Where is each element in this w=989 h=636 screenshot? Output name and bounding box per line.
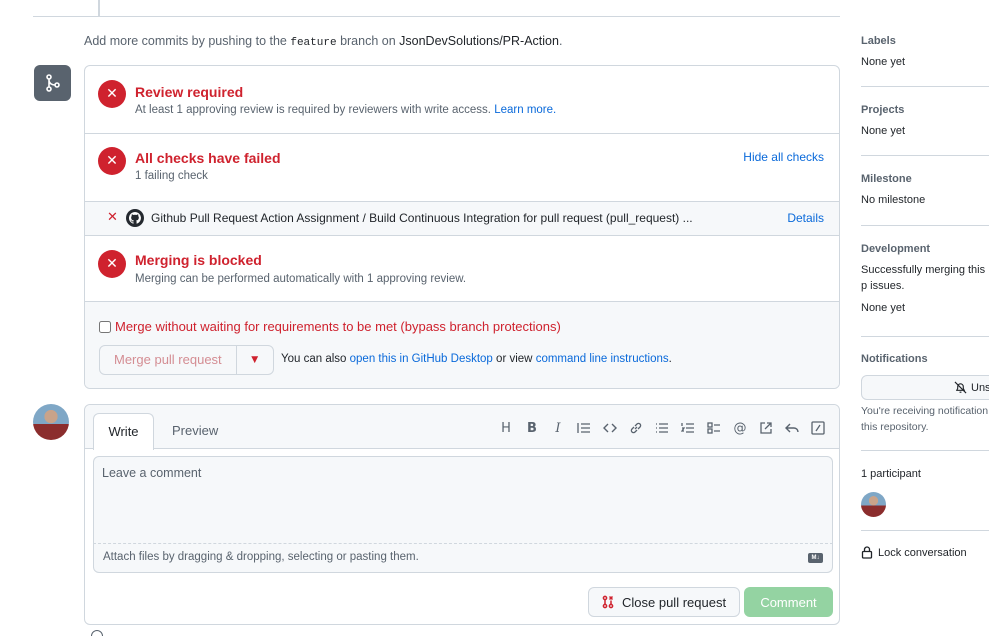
git-merge-icon <box>34 65 71 101</box>
lock-icon <box>861 546 873 559</box>
caret-down-icon[interactable]: ▼ <box>237 346 273 374</box>
x-circle-icon: ✕ <box>98 250 126 278</box>
divider <box>861 530 989 531</box>
details-link[interactable]: Details <box>787 211 824 225</box>
divider <box>861 225 989 226</box>
comment-tabs-bar: Write Preview H B I @ <box>85 405 839 450</box>
unordered-list-icon[interactable] <box>651 419 673 437</box>
git-pull-request-closed-icon <box>602 595 614 609</box>
task-list-icon[interactable] <box>703 419 725 437</box>
merge-box: ✕ Review required At least 1 approving r… <box>84 65 840 389</box>
sidebar-heading[interactable]: Labels <box>861 35 989 47</box>
section-subtitle: 1 failing check <box>135 170 208 182</box>
sidebar-heading[interactable]: Milestone <box>861 173 989 185</box>
participant-avatar[interactable] <box>861 492 886 517</box>
fail-x-icon: ✕ <box>107 210 118 225</box>
github-logo-icon <box>126 209 144 227</box>
sidebar-milestone: Milestone No milestone <box>861 173 989 206</box>
markdown-icon[interactable]: M↓ <box>808 553 823 563</box>
timeline-circle-icon <box>91 630 103 636</box>
github-desktop-link[interactable]: open this in GitHub Desktop <box>350 353 493 365</box>
command-line-link[interactable]: command line instructions <box>536 353 669 365</box>
blocked-section: ✕ Merging is blocked Merging can be perf… <box>85 236 839 302</box>
push-hint: Add more commits by pushing to the featu… <box>84 34 563 49</box>
section-title: Review required <box>135 84 244 100</box>
comment-textarea[interactable]: Leave a comment <box>93 456 833 544</box>
hide-all-checks-link[interactable]: Hide all checks <box>743 150 824 164</box>
reference-icon[interactable] <box>755 419 777 437</box>
unsubscribe-button[interactable]: Uns <box>861 375 989 400</box>
learn-more-link[interactable]: Learn more. <box>494 104 556 116</box>
sidebar-text: Successfully merging this p issues. <box>861 264 986 292</box>
section-title: All checks have failed <box>135 150 281 166</box>
hint-text: branch on <box>340 34 396 48</box>
divider <box>861 155 989 156</box>
sidebar-value: No milestone <box>861 194 926 206</box>
sidebar-value: None yet <box>861 56 906 68</box>
lock-conversation-button[interactable]: Lock conversation <box>861 546 967 559</box>
section-subtitle: Merging can be performed automatically w… <box>135 273 467 285</box>
divider <box>861 86 989 87</box>
review-required-section: ✕ Review required At least 1 approving r… <box>85 66 839 134</box>
divider <box>861 450 989 451</box>
ordered-list-icon[interactable] <box>677 419 699 437</box>
x-circle-icon: ✕ <box>98 80 126 108</box>
sidebar-heading: 1 participant <box>861 468 921 480</box>
comment-button[interactable]: Comment <box>744 587 833 617</box>
reply-icon[interactable] <box>781 419 803 437</box>
sidebar-participants: 1 participant <box>861 468 989 480</box>
quote-icon[interactable] <box>573 419 595 437</box>
sidebar-projects: Projects None yet <box>861 104 989 137</box>
checks-section: ✕ All checks have failed 1 failing check… <box>85 134 839 202</box>
section-title: Merging is blocked <box>135 252 262 268</box>
attach-files-bar[interactable]: Attach files by dragging & dropping, sel… <box>93 544 833 573</box>
check-row: ✕ Github Pull Request Action Assignment … <box>85 202 839 236</box>
tab-preview[interactable]: Preview <box>172 423 218 438</box>
divider <box>33 16 840 17</box>
bold-icon[interactable]: B <box>521 419 543 437</box>
check-name: Github Pull Request Action Assignment / … <box>151 211 693 225</box>
link-icon[interactable] <box>625 419 647 437</box>
notification-reason: You're receiving notification this repos… <box>861 405 989 433</box>
italic-icon[interactable]: I <box>547 419 569 437</box>
merge-pull-request-button[interactable]: Merge pull request <box>100 346 237 374</box>
tab-write[interactable]: Write <box>93 413 154 450</box>
mention-icon[interactable]: @ <box>729 419 751 437</box>
merge-button-group: Merge pull request ▼ <box>99 345 274 375</box>
sidebar-heading: Notifications <box>861 353 928 365</box>
x-circle-icon: ✕ <box>98 147 126 175</box>
sidebar-heading[interactable]: Projects <box>861 104 989 116</box>
textarea-placeholder: Leave a comment <box>102 466 202 480</box>
repo-name: JsonDevSolutions/PR-Action <box>399 34 559 48</box>
code-icon[interactable] <box>599 419 621 437</box>
sidebar-heading[interactable]: Development <box>861 243 989 255</box>
bypass-checkbox-label[interactable]: Merge without waiting for requirements t… <box>99 319 561 334</box>
sidebar: Labels None yet Projects None yet Milest… <box>861 0 989 636</box>
bell-slash-icon <box>954 381 967 394</box>
attach-hint: Attach files by dragging & dropping, sel… <box>103 551 419 563</box>
avatar[interactable] <box>33 404 69 440</box>
bypass-checkbox[interactable] <box>99 320 111 333</box>
close-pull-request-button[interactable]: Close pull request <box>588 587 741 617</box>
markdown-toolbar: H B I @ <box>495 419 829 437</box>
hint-text: Add more commits by pushing to the <box>84 34 287 48</box>
comment-box: Write Preview H B I @ Leave a comment At… <box>84 404 840 625</box>
section-subtitle: At least 1 approving review is required … <box>135 104 557 116</box>
sidebar-value: None yet <box>861 125 906 137</box>
sidebar-notifications: Notifications <box>861 353 989 365</box>
sidebar-value: None yet <box>861 302 906 314</box>
timeline-line <box>98 0 100 16</box>
heading-icon[interactable]: H <box>495 419 517 437</box>
branch-name: feature <box>290 37 337 49</box>
alternate-options-text: You can also open this in GitHub Desktop… <box>281 353 672 365</box>
sidebar-development: Development Successfully merging this p … <box>861 243 989 314</box>
sidebar-labels: Labels None yet <box>861 35 989 68</box>
divider <box>861 336 989 337</box>
merge-actions-section: Merge without waiting for requirements t… <box>85 302 839 388</box>
slash-command-icon[interactable] <box>807 419 829 437</box>
